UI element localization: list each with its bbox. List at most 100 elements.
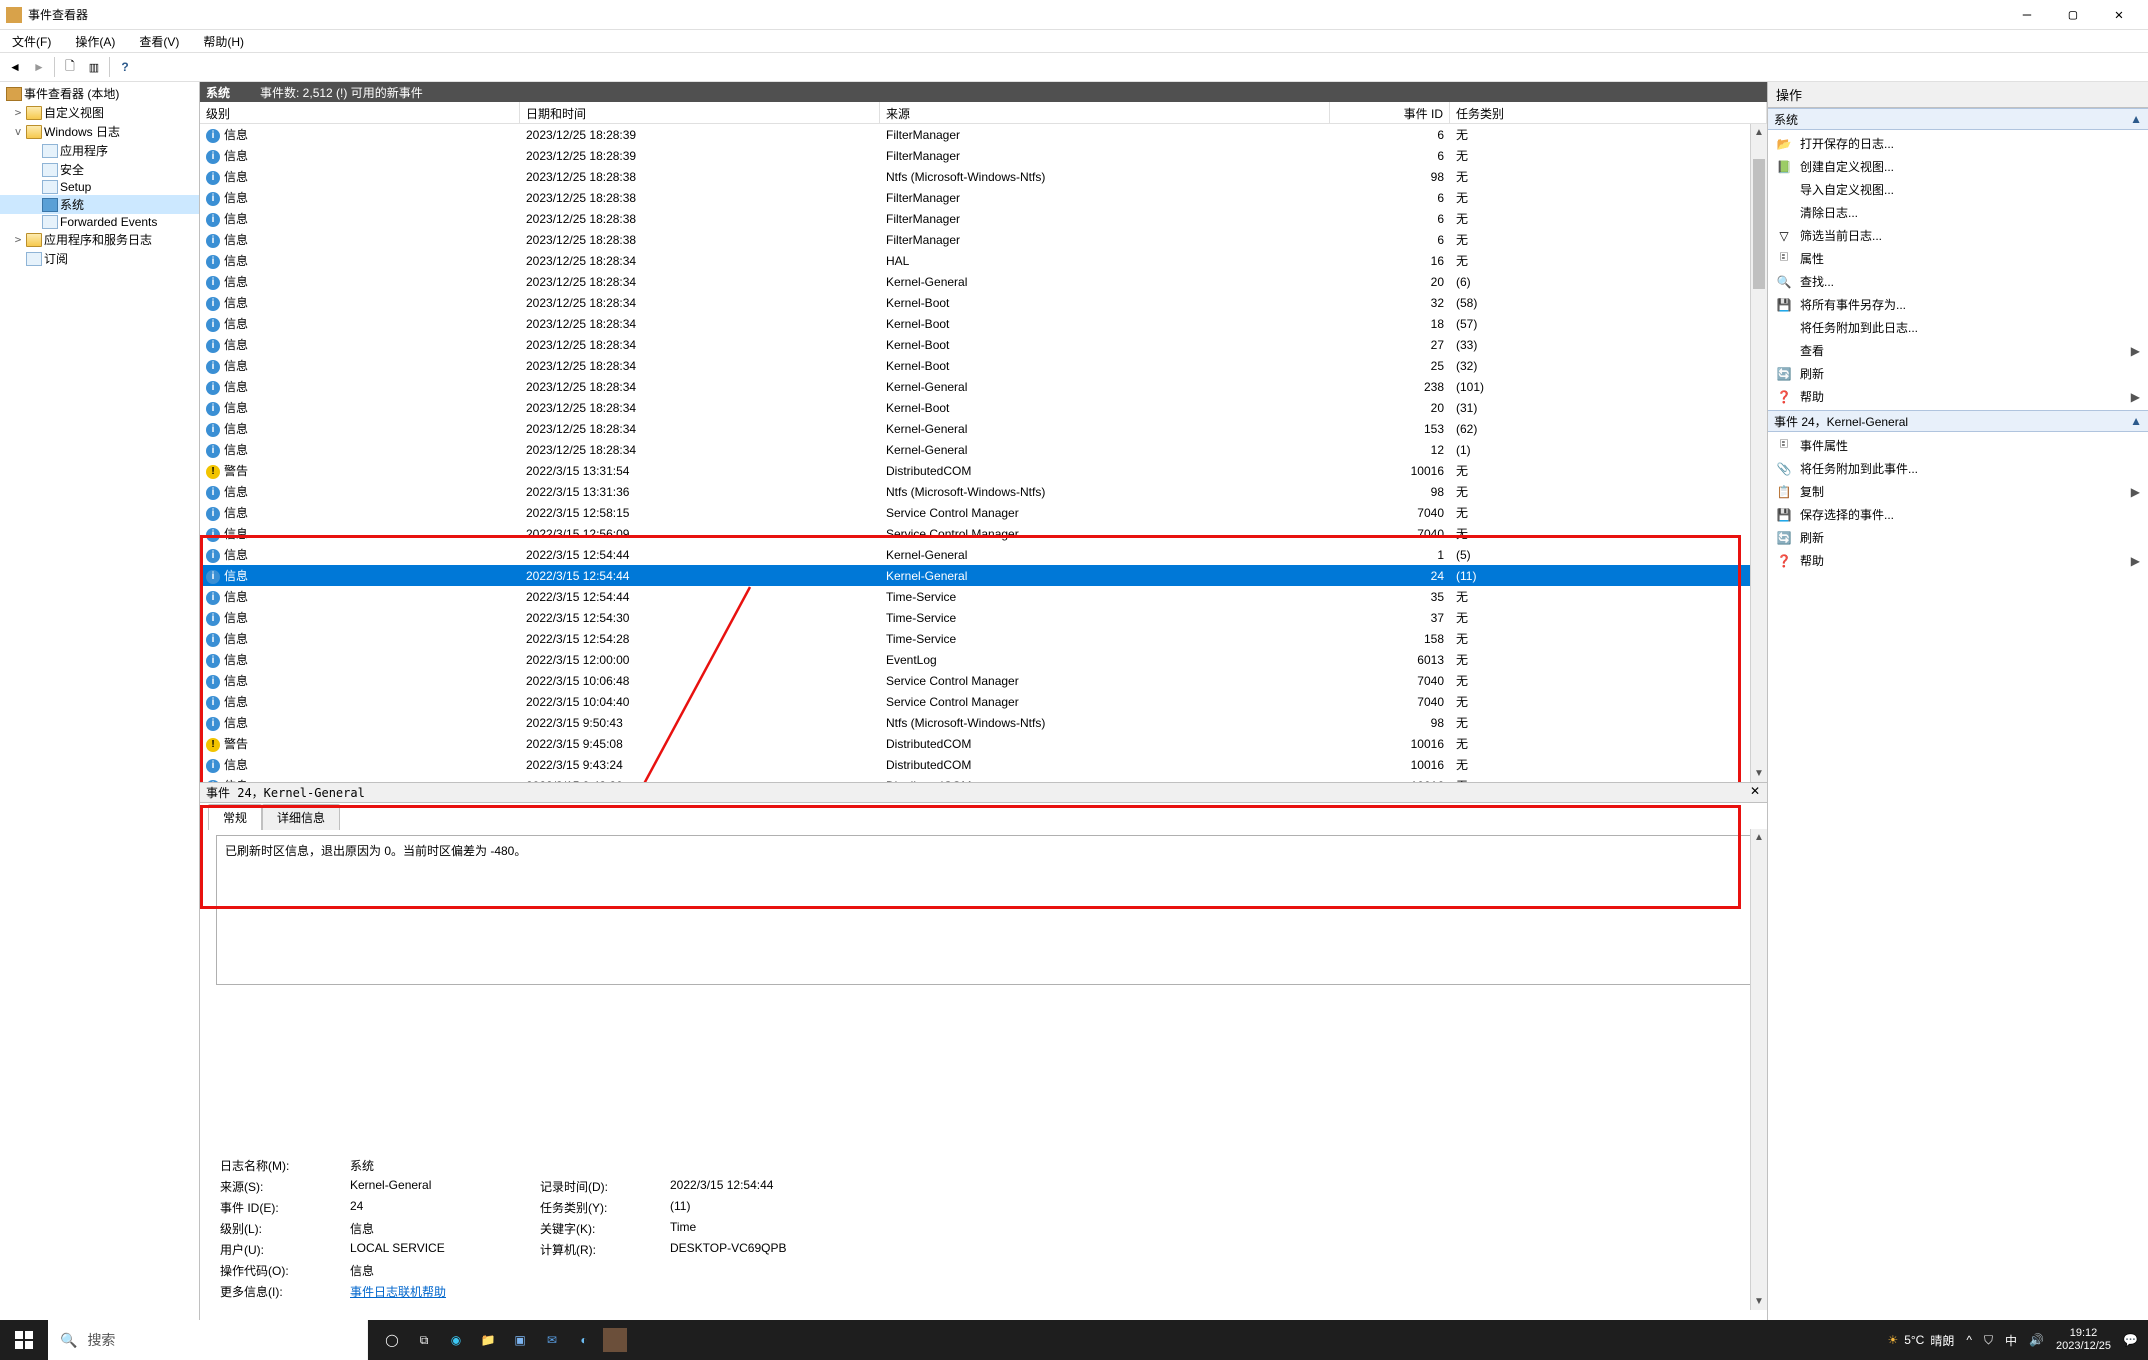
- action-item[interactable]: 清除日志...: [1768, 201, 2148, 224]
- cortana-icon[interactable]: ◯: [379, 1327, 405, 1353]
- event-row[interactable]: i信息2022/3/15 9:43:20DistributedCOM10016无: [200, 775, 1767, 782]
- action-item[interactable]: 将任务附加到此日志...: [1768, 316, 2148, 339]
- event-row[interactable]: i信息2023/12/25 18:28:34Kernel-General153(…: [200, 418, 1767, 439]
- event-row[interactable]: i信息2023/12/25 18:28:34Kernel-Boot25(32): [200, 355, 1767, 376]
- action-item[interactable]: 🔄刷新: [1768, 526, 2148, 549]
- detail-more-link[interactable]: 事件日志联机帮助: [350, 1283, 530, 1300]
- notification-icon[interactable]: 💬: [2123, 1333, 2138, 1347]
- tree-windows-logs[interactable]: vWindows 日志: [0, 122, 199, 141]
- action-item[interactable]: 📂打开保存的日志...: [1768, 132, 2148, 155]
- event-row[interactable]: i信息2022/3/15 12:58:15Service Control Man…: [200, 502, 1767, 523]
- action-item[interactable]: 🔍查找...: [1768, 270, 2148, 293]
- taskbar-clock[interactable]: 19:12 2023/12/25: [2056, 1327, 2111, 1353]
- scroll-thumb[interactable]: [1753, 159, 1765, 289]
- tray-ime-icon[interactable]: 中: [2005, 1332, 2017, 1349]
- event-row[interactable]: i信息2022/3/15 12:54:28Time-Service158无: [200, 628, 1767, 649]
- event-row[interactable]: i信息2023/12/25 18:28:34Kernel-General12(1…: [200, 439, 1767, 460]
- event-row[interactable]: !警告2022/3/15 9:45:08DistributedCOM10016无: [200, 733, 1767, 754]
- event-row[interactable]: i信息2023/12/25 18:28:39FilterManager6无: [200, 124, 1767, 145]
- col-source[interactable]: 来源: [880, 102, 1330, 123]
- explorer-icon[interactable]: 📁: [475, 1327, 501, 1353]
- event-row[interactable]: i信息2023/12/25 18:28:34HAL16无: [200, 250, 1767, 271]
- action-item[interactable]: 导入自定义视图...: [1768, 178, 2148, 201]
- tree-system[interactable]: 系统: [0, 195, 199, 214]
- event-row[interactable]: i信息2023/12/25 18:28:38FilterManager6无: [200, 187, 1767, 208]
- scroll-down-icon[interactable]: ▼: [1751, 765, 1767, 782]
- maximize-button[interactable]: ▢: [2050, 0, 2096, 30]
- actions-section-event[interactable]: 事件 24，Kernel-General▲: [1768, 410, 2148, 432]
- event-row[interactable]: i信息2022/3/15 9:43:24DistributedCOM10016无: [200, 754, 1767, 775]
- event-row[interactable]: i信息2023/12/25 18:28:34Kernel-General20(6…: [200, 271, 1767, 292]
- action-item[interactable]: ❓帮助▶: [1768, 385, 2148, 408]
- action-item[interactable]: 🔄刷新: [1768, 362, 2148, 385]
- back-button[interactable]: ◄: [4, 56, 26, 78]
- col-eid[interactable]: 事件 ID: [1330, 102, 1450, 123]
- tab-general[interactable]: 常规: [208, 804, 262, 830]
- action-item[interactable]: 💾将所有事件另存为...: [1768, 293, 2148, 316]
- taskbar-weather[interactable]: ☀ 5°C 晴朗: [1887, 1332, 1954, 1349]
- grid-scrollbar[interactable]: ▲ ▼: [1750, 124, 1767, 782]
- action-item[interactable]: 💾保存选择的事件...: [1768, 503, 2148, 526]
- menu-view[interactable]: 查看(V): [135, 33, 183, 50]
- start-button[interactable]: [0, 1320, 48, 1360]
- event-row[interactable]: i信息2023/12/25 18:28:34Kernel-Boot18(57): [200, 313, 1767, 334]
- action-item[interactable]: 📎将任务附加到此事件...: [1768, 457, 2148, 480]
- help-button[interactable]: ?: [114, 56, 136, 78]
- event-row[interactable]: i信息2022/3/15 12:00:00EventLog6013无: [200, 649, 1767, 670]
- store-icon[interactable]: ▣: [507, 1327, 533, 1353]
- action-item[interactable]: 查看▶: [1768, 339, 2148, 362]
- event-row[interactable]: i信息2023/12/25 18:28:38FilterManager6无: [200, 208, 1767, 229]
- mail-icon[interactable]: ✉: [539, 1327, 565, 1353]
- event-row[interactable]: i信息2023/12/25 18:28:34Kernel-Boot32(58): [200, 292, 1767, 313]
- detail-scrollbar[interactable]: ▲ ▼: [1750, 829, 1767, 1310]
- tray-sound-icon[interactable]: 🔊: [2029, 1333, 2044, 1347]
- scroll-up-icon[interactable]: ▲: [1751, 124, 1767, 141]
- tree-setup[interactable]: Setup: [0, 179, 199, 195]
- filter-button[interactable]: ▥: [83, 56, 105, 78]
- event-row[interactable]: i信息2023/12/25 18:28:39FilterManager6无: [200, 145, 1767, 166]
- menu-file[interactable]: 文件(F): [8, 33, 55, 50]
- tray-chevron-icon[interactable]: ^: [1966, 1333, 1972, 1347]
- action-item[interactable]: ▽筛选当前日志...: [1768, 224, 2148, 247]
- action-item[interactable]: 📗创建自定义视图...: [1768, 155, 2148, 178]
- weather-icon[interactable]: ◐: [571, 1327, 597, 1353]
- action-menu-button[interactable]: 🗋: [59, 56, 81, 78]
- action-item[interactable]: 🗉事件属性: [1768, 434, 2148, 457]
- event-row[interactable]: i信息2022/3/15 12:56:09Service Control Man…: [200, 523, 1767, 544]
- event-row[interactable]: i信息2023/12/25 18:28:38Ntfs (Microsoft-Wi…: [200, 166, 1767, 187]
- event-row[interactable]: i信息2022/3/15 10:06:48Service Control Man…: [200, 670, 1767, 691]
- tree-root[interactable]: 事件查看器 (本地): [0, 84, 199, 103]
- taskbar-search[interactable]: 🔍 搜索: [48, 1320, 368, 1360]
- event-row[interactable]: i信息2023/12/25 18:28:34Kernel-General238(…: [200, 376, 1767, 397]
- col-task[interactable]: 任务类别: [1450, 102, 1767, 123]
- event-row[interactable]: i信息2022/3/15 12:54:30Time-Service37无: [200, 607, 1767, 628]
- event-row[interactable]: i信息2022/3/15 12:54:44Kernel-General24(11…: [200, 565, 1767, 586]
- tray-network-icon[interactable]: ⛉: [1984, 1333, 1993, 1348]
- menu-action[interactable]: 操作(A): [71, 33, 119, 50]
- actions-section-system[interactable]: 系统▲: [1768, 108, 2148, 130]
- event-row[interactable]: i信息2022/3/15 12:54:44Kernel-General1(5): [200, 544, 1767, 565]
- event-row[interactable]: i信息2022/3/15 10:04:40Service Control Man…: [200, 691, 1767, 712]
- action-item[interactable]: 🗉属性: [1768, 247, 2148, 270]
- action-item[interactable]: ❓帮助▶: [1768, 549, 2148, 572]
- event-row[interactable]: !警告2022/3/15 13:31:54DistributedCOM10016…: [200, 460, 1767, 481]
- edge-icon[interactable]: ◉: [443, 1327, 469, 1353]
- tab-details[interactable]: 详细信息: [262, 804, 340, 830]
- tree-forwarded[interactable]: Forwarded Events: [0, 214, 199, 230]
- tree-app-service-logs[interactable]: >应用程序和服务日志: [0, 230, 199, 249]
- app-icon[interactable]: [603, 1328, 627, 1352]
- action-item[interactable]: 📋复制▶: [1768, 480, 2148, 503]
- col-level[interactable]: 级别: [200, 102, 520, 123]
- event-row[interactable]: i信息2022/3/15 13:31:36Ntfs (Microsoft-Win…: [200, 481, 1767, 502]
- tree-custom-views[interactable]: >自定义视图: [0, 103, 199, 122]
- task-view-icon[interactable]: ⧉: [411, 1327, 437, 1353]
- event-row[interactable]: i信息2023/12/25 18:28:34Kernel-Boot20(31): [200, 397, 1767, 418]
- menu-help[interactable]: 帮助(H): [199, 33, 248, 50]
- tree-security[interactable]: 安全: [0, 160, 199, 179]
- tree-app[interactable]: 应用程序: [0, 141, 199, 160]
- forward-button[interactable]: ►: [28, 56, 50, 78]
- minimize-button[interactable]: —: [2004, 0, 2050, 30]
- event-row[interactable]: i信息2023/12/25 18:28:34Kernel-Boot27(33): [200, 334, 1767, 355]
- event-row[interactable]: i信息2022/3/15 12:54:44Time-Service35无: [200, 586, 1767, 607]
- event-row[interactable]: i信息2022/3/15 9:50:43Ntfs (Microsoft-Wind…: [200, 712, 1767, 733]
